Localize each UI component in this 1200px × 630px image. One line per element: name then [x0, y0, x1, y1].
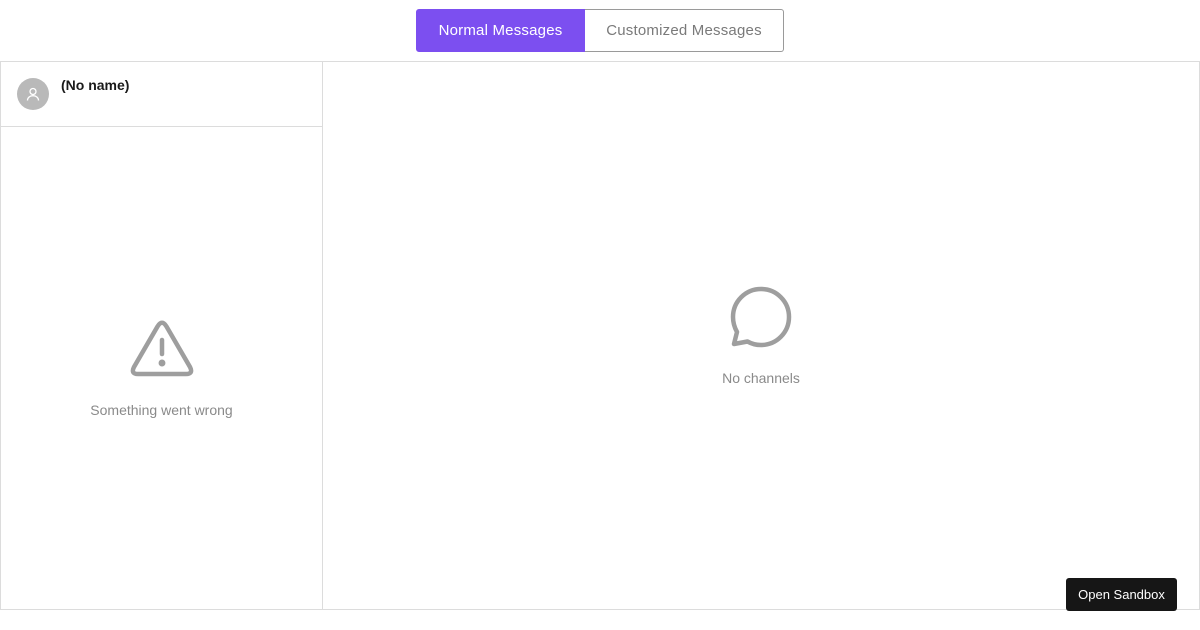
- open-sandbox-button[interactable]: Open Sandbox: [1066, 578, 1177, 611]
- no-channels-text: No channels: [722, 370, 800, 386]
- channel-list-sidebar: (No name) Something went wrong: [1, 62, 323, 609]
- avatar: [17, 78, 49, 110]
- no-channels-state: No channels: [323, 286, 1199, 386]
- channel-panel: No channels: [323, 62, 1199, 609]
- chat-bubble-icon: [730, 286, 792, 348]
- tab-normal-messages[interactable]: Normal Messages: [416, 9, 585, 52]
- sidebar-error-state: Something went wrong: [1, 320, 322, 418]
- error-message: Something went wrong: [90, 402, 233, 418]
- warning-triangle-icon: [130, 320, 193, 377]
- user-icon: [26, 87, 40, 101]
- tab-customized-messages[interactable]: Customized Messages: [585, 9, 784, 52]
- user-header: (No name): [1, 62, 322, 127]
- user-name: (No name): [61, 77, 130, 93]
- message-type-tabs: Normal Messages Customized Messages: [416, 9, 784, 52]
- chat-container: (No name) Something went wrong No channe…: [0, 61, 1200, 610]
